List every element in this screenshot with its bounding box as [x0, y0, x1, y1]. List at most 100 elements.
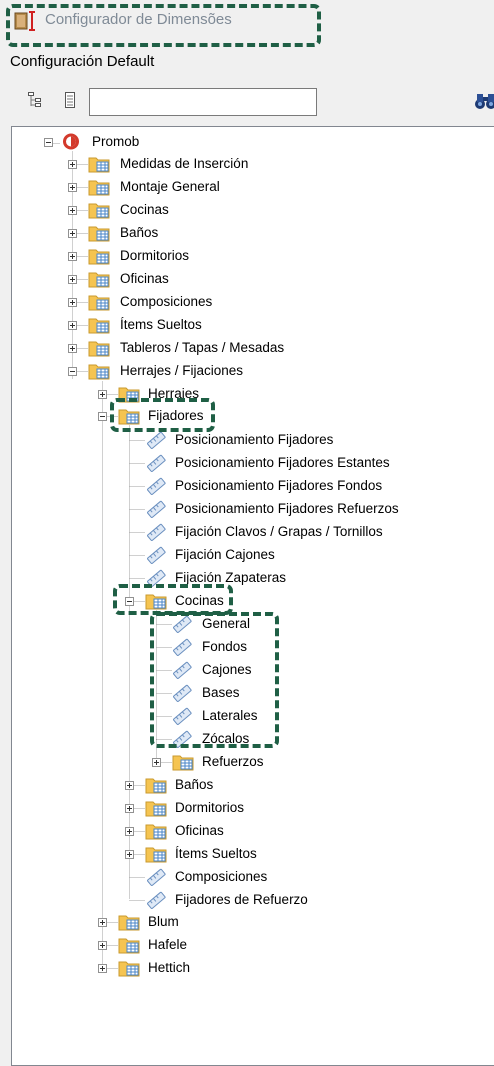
folder-icon: [88, 338, 110, 357]
binoculars-icon[interactable]: [474, 91, 494, 111]
folder-icon: [88, 246, 110, 265]
tree-node-tableros-tapas-mesadas[interactable]: Tableros / Tapas / Mesadas: [120, 339, 284, 357]
tree-node-composiciones-expander[interactable]: [68, 298, 77, 307]
config-label: Configuración Default: [10, 53, 155, 70]
tree-node-dormitorios-expander[interactable]: [68, 252, 77, 261]
tree-leaf-cocinas-cajones[interactable]: Cajones: [202, 661, 252, 679]
tree-leaf-composiciones[interactable]: Composiciones: [175, 868, 267, 886]
tree-node-medidas-de-insercion[interactable]: Medidas de Inserción: [120, 155, 248, 173]
folder-icon: [118, 958, 140, 977]
measure-item-icon: [145, 890, 167, 909]
tree-leaf-posicionamiento-fijadores-fondos[interactable]: Posicionamiento Fijadores Fondos: [175, 477, 382, 495]
tree-node-blum-expander[interactable]: [98, 918, 107, 927]
tree-node-oficinas[interactable]: Oficinas: [120, 270, 169, 288]
tree-node-banos-expander[interactable]: [68, 229, 77, 238]
promob-logo-icon: [60, 132, 82, 151]
tree-node-composiciones[interactable]: Composiciones: [120, 293, 212, 311]
search-input[interactable]: [89, 88, 317, 116]
tree-node-oficinas-expander[interactable]: [68, 275, 77, 284]
tree-node-hafele[interactable]: Hafele: [148, 936, 187, 954]
tree-node-cocinas-expander[interactable]: [68, 206, 77, 215]
tree-node-fijadores-banos[interactable]: Baños: [175, 776, 213, 794]
tree-node-promob-expander[interactable]: [44, 138, 53, 147]
tree-connector-lines: [48, 143, 172, 969]
tree-node-fijadores[interactable]: Fijadores: [148, 407, 204, 425]
tree-node-fijadores-items-sueltos-expander[interactable]: [125, 850, 134, 859]
folder-icon: [88, 269, 110, 288]
ruler-book-icon: [14, 11, 35, 31]
folder-icon: [118, 912, 140, 931]
tree-node-fijadores-cocinas-expander[interactable]: [125, 597, 134, 606]
measure-item-icon: [145, 476, 167, 495]
tree-node-hafele-expander[interactable]: [98, 941, 107, 950]
tree-node-medidas-de-insercion-expander[interactable]: [68, 160, 77, 169]
tree-leaf-fijacion-cajones[interactable]: Fijación Cajones: [175, 546, 275, 564]
folder-icon: [172, 752, 194, 771]
tree-node-fijadores-oficinas-expander[interactable]: [125, 827, 134, 836]
folder-icon: [118, 384, 140, 403]
tree-leaf-fijacion-clavos-grapas-tornillos[interactable]: Fijación Clavos / Grapas / Tornillos: [175, 523, 383, 541]
measure-item-icon: [145, 568, 167, 587]
folder-icon: [88, 223, 110, 242]
tree-node-herrajes-fijaciones-expander[interactable]: [68, 367, 77, 376]
tree-node-refuerzos[interactable]: Refuerzos: [202, 753, 264, 771]
tree-node-promob[interactable]: Promob: [92, 133, 139, 151]
tree-leaf-cocinas-laterales[interactable]: Laterales: [202, 707, 258, 725]
folder-icon: [145, 821, 167, 840]
tree-leaf-posicionamiento-fijadores-estantes[interactable]: Posicionamiento Fijadores Estantes: [175, 454, 390, 472]
tree-node-fijadores-dormitorios-expander[interactable]: [125, 804, 134, 813]
measure-item-icon: [145, 499, 167, 518]
tree-node-tableros-tapas-mesadas-expander[interactable]: [68, 344, 77, 353]
tree-leaf-cocinas-general[interactable]: General: [202, 615, 250, 633]
tree-node-fijadores-expander[interactable]: [98, 412, 107, 421]
expand-tree-icon[interactable]: [28, 92, 42, 109]
tree-node-refuerzos-expander[interactable]: [152, 758, 161, 767]
folder-icon: [145, 798, 167, 817]
measure-item-icon: [145, 867, 167, 886]
tree-leaf-posicionamiento-fijadores-refuerzos[interactable]: Posicionamiento Fijadores Refuerzos: [175, 500, 399, 518]
folder-icon: [118, 406, 140, 425]
measure-item-icon: [145, 430, 167, 449]
tree-node-fijadores-oficinas[interactable]: Oficinas: [175, 822, 224, 840]
tree-leaf-fijacion-zapateras[interactable]: Fijación Zapateras: [175, 569, 286, 587]
tree-node-herrajes-fijaciones[interactable]: Herrajes / Fijaciones: [120, 362, 243, 380]
tree-leaf-cocinas-fondos[interactable]: Fondos: [202, 638, 247, 656]
tree-leaf-cocinas-bases[interactable]: Bases: [202, 684, 240, 702]
tree-leaf-cocinas-zocalos[interactable]: Zócalos: [202, 730, 249, 748]
tree-node-montaje-general-expander[interactable]: [68, 183, 77, 192]
tree-node-herrajes[interactable]: Herrajes: [148, 385, 199, 403]
tree-node-fijadores-dormitorios[interactable]: Dormitorios: [175, 799, 244, 817]
dimensions-tree[interactable]: Promob Medidas de Inserción Montaje Genera…: [11, 126, 494, 1066]
measure-item-icon: [171, 706, 193, 725]
tree-node-blum[interactable]: Blum: [148, 913, 179, 931]
tree-node-hettich-expander[interactable]: [98, 964, 107, 973]
tree-node-banos[interactable]: Baños: [120, 224, 158, 242]
tree-node-items-sueltos-expander[interactable]: [68, 321, 77, 330]
measure-item-icon: [171, 637, 193, 656]
folder-icon: [88, 292, 110, 311]
measure-item-icon: [171, 614, 193, 633]
folder-icon: [145, 775, 167, 794]
tree-node-montaje-general[interactable]: Montaje General: [120, 178, 220, 196]
tree-leaf-posicionamiento-fijadores[interactable]: Posicionamiento Fijadores: [175, 431, 333, 449]
folder-icon: [88, 361, 110, 380]
collapse-tree-icon[interactable]: [63, 92, 77, 109]
folder-icon: [145, 844, 167, 863]
folder-icon: [88, 315, 110, 334]
measure-item-icon: [145, 545, 167, 564]
tree-node-fijadores-banos-expander[interactable]: [125, 781, 134, 790]
tree-node-fijadores-cocinas[interactable]: Cocinas: [175, 592, 224, 610]
measure-item-icon: [171, 660, 193, 679]
tree-node-hettich[interactable]: Hettich: [148, 959, 190, 977]
tree-leaf-fijadores-de-refuerzo[interactable]: Fijadores de Refuerzo: [175, 891, 308, 909]
folder-icon: [88, 177, 110, 196]
folder-icon: [145, 591, 167, 610]
tree-node-dormitorios[interactable]: Dormitorios: [120, 247, 189, 265]
tree-node-cocinas[interactable]: Cocinas: [120, 201, 169, 219]
measure-item-icon: [145, 522, 167, 541]
measure-item-icon: [171, 683, 193, 702]
tree-node-herrajes-expander[interactable]: [98, 390, 107, 399]
folder-icon: [118, 935, 140, 954]
tree-node-fijadores-items-sueltos[interactable]: Ítems Sueltos: [175, 845, 257, 863]
tree-node-items-sueltos[interactable]: Ítems Sueltos: [120, 316, 202, 334]
